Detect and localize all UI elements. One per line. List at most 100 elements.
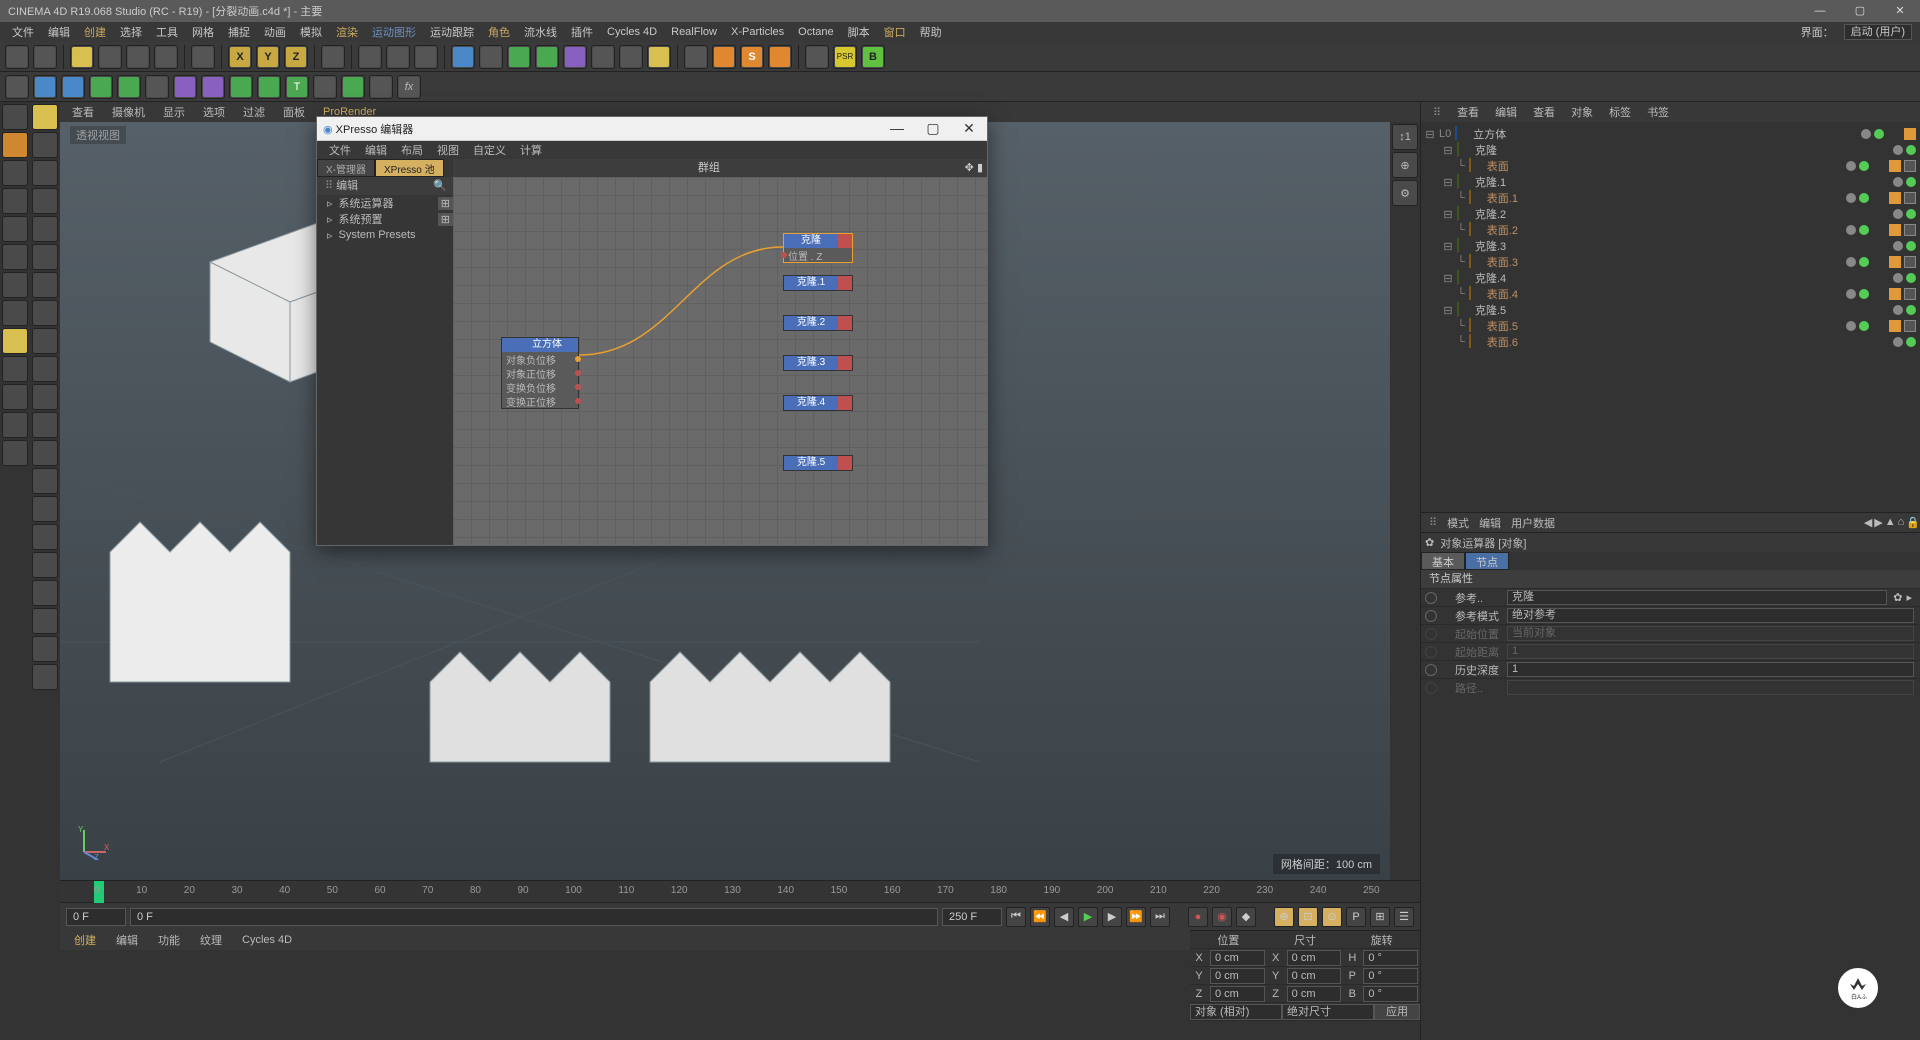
bottom-tab[interactable]: 创建 xyxy=(66,932,104,948)
render-settings-button[interactable] xyxy=(414,45,438,69)
sel-poly[interactable] xyxy=(32,188,58,214)
prev-frame-button[interactable]: ◀ xyxy=(1054,907,1074,927)
attr-tab[interactable]: 编辑 xyxy=(1479,515,1501,531)
next-key-button[interactable]: ⏩ xyxy=(1126,907,1146,927)
close-button[interactable]: ✕ xyxy=(1880,0,1920,22)
sel-out[interactable] xyxy=(32,300,58,326)
sel-show[interactable] xyxy=(32,468,58,494)
menu-item[interactable]: 渲染 xyxy=(330,24,364,40)
surf-obj[interactable] xyxy=(257,75,281,99)
rot-p-field[interactable]: 0 ° xyxy=(1363,968,1418,984)
uv-mode[interactable] xyxy=(2,188,28,214)
menu-item[interactable]: 网格 xyxy=(186,24,220,40)
xpresso-close[interactable]: ✕ xyxy=(951,120,987,137)
menu-item[interactable]: 创建 xyxy=(78,24,112,40)
pos-z-field[interactable]: 0 cm xyxy=(1210,986,1265,1002)
object-row[interactable]: └ 表面.5 xyxy=(1425,318,1916,334)
null-object[interactable] xyxy=(5,75,29,99)
record-key-button[interactable]: ● xyxy=(1188,907,1208,927)
goto-start-button[interactable]: ⏮ xyxy=(1006,907,1026,927)
size-mode-dropdown[interactable]: 绝对尺寸 xyxy=(1282,1004,1374,1020)
size-z-field[interactable]: 0 cm xyxy=(1287,986,1342,1002)
xp-side-tab-active[interactable]: XPresso 池 xyxy=(375,159,444,177)
octane-target[interactable] xyxy=(768,45,792,69)
nav-settings-icon[interactable]: ⚙ xyxy=(1392,180,1418,206)
sel-b[interactable] xyxy=(32,524,58,550)
om-tab[interactable]: 对象 xyxy=(1565,104,1599,120)
menu-item[interactable]: 流水线 xyxy=(518,24,563,40)
om-tab[interactable]: 查看 xyxy=(1451,104,1485,120)
sel-e[interactable] xyxy=(32,608,58,634)
lock-button[interactable]: 🔒 xyxy=(1906,516,1920,529)
xpresso-node-target[interactable]: 克隆.1 xyxy=(783,275,853,291)
size-x-field[interactable]: 0 cm xyxy=(1287,950,1342,966)
axis-mode[interactable] xyxy=(2,300,28,326)
up-button[interactable]: ▲ xyxy=(1885,516,1896,529)
select-tool[interactable] xyxy=(70,45,94,69)
size-y-field[interactable]: 0 cm xyxy=(1287,968,1342,984)
object-row[interactable]: ⊟ 克隆.4 xyxy=(1425,270,1916,286)
axis-y-toggle[interactable]: Y xyxy=(256,45,280,69)
node-tab[interactable]: 节点 xyxy=(1465,552,1509,570)
xp-menu-item[interactable]: 视图 xyxy=(431,142,465,158)
fx-obj[interactable]: fx xyxy=(397,75,421,99)
key-circle-icon[interactable] xyxy=(1425,664,1437,676)
menu-item[interactable]: 编辑 xyxy=(42,24,76,40)
layout-dropdown[interactable]: 启动 (用户) xyxy=(1844,24,1912,40)
object-row[interactable]: ⊟ 克隆.1 xyxy=(1425,174,1916,190)
next-frame-button[interactable]: ▶ xyxy=(1102,907,1122,927)
forward-button[interactable]: ▶ xyxy=(1874,516,1882,529)
timeline[interactable]: 01020 304050 607080 90100110 120130140 1… xyxy=(60,880,1420,902)
anim-mode-button[interactable]: ⊞ xyxy=(1370,907,1390,927)
sel-rect[interactable] xyxy=(32,104,58,130)
redo-button[interactable] xyxy=(33,45,57,69)
sel-a[interactable] xyxy=(32,496,58,522)
xp-side-tab[interactable]: X-管理器 xyxy=(317,159,375,177)
bottom-tab[interactable]: 编辑 xyxy=(108,932,146,948)
om-tab[interactable]: 标签 xyxy=(1603,104,1637,120)
sel-g[interactable] xyxy=(32,664,58,690)
xp-nav-icon[interactable]: ✥ ▮ xyxy=(965,159,987,177)
spline-circle[interactable] xyxy=(61,75,85,99)
xp-menu-item[interactable]: 文件 xyxy=(323,142,357,158)
sel-inv[interactable] xyxy=(32,412,58,438)
view-tab[interactable]: 过滤 xyxy=(237,104,271,120)
last-tool[interactable] xyxy=(191,45,215,69)
spline-tool[interactable] xyxy=(479,45,503,69)
apply-button[interactable]: 应用 xyxy=(1374,1004,1420,1020)
object-row[interactable]: ⊟ 克隆.3 xyxy=(1425,238,1916,254)
sel-d[interactable] xyxy=(32,580,58,606)
rot-key-button[interactable]: ⊙ xyxy=(1322,907,1342,927)
edge-mode[interactable] xyxy=(2,244,28,270)
gear-icon[interactable]: ✿ xyxy=(1893,591,1906,604)
nav-focus-icon[interactable]: ⊕ xyxy=(1392,152,1418,178)
menu-item[interactable]: 模拟 xyxy=(294,24,328,40)
view-tab[interactable]: 摄像机 xyxy=(106,104,151,120)
xpresso-node-target[interactable]: 克隆.5 xyxy=(783,455,853,471)
menu-item[interactable]: 运动图形 xyxy=(366,24,422,40)
pos-y-field[interactable]: 0 cm xyxy=(1210,968,1265,984)
menu-item[interactable]: 工具 xyxy=(150,24,184,40)
reference-field[interactable]: 克隆 xyxy=(1507,590,1887,605)
xpresso-title-bar[interactable]: ◉ XPresso 编辑器 — ▢ ✕ xyxy=(317,117,987,141)
point-mode[interactable] xyxy=(2,216,28,242)
param-key-button[interactable]: P xyxy=(1346,907,1366,927)
xp-menu-item[interactable]: 自定义 xyxy=(467,142,512,158)
home-button[interactable]: ⌂ xyxy=(1898,516,1905,529)
undo-button[interactable] xyxy=(5,45,29,69)
anim-layer-button[interactable]: ☰ xyxy=(1394,907,1414,927)
key-circle-icon[interactable] xyxy=(1425,610,1437,622)
xpresso-window[interactable]: ◉ XPresso 编辑器 — ▢ ✕ 文件 编辑 布局 视图 自定义 计算 X… xyxy=(316,116,988,546)
face-mode[interactable] xyxy=(2,272,28,298)
sel-loop[interactable] xyxy=(32,244,58,270)
menu-item[interactable]: 文件 xyxy=(6,24,40,40)
sel-con[interactable] xyxy=(32,328,58,354)
object-row[interactable]: └ 表面 xyxy=(1425,158,1916,174)
play-button[interactable]: ▶ xyxy=(1078,907,1098,927)
frame-current-field[interactable]: 0 F xyxy=(130,908,938,926)
text-obj[interactable]: T xyxy=(285,75,309,99)
xpresso-node-target[interactable]: 克隆 位置 . Z xyxy=(783,233,853,263)
refmode-dropdown[interactable]: 绝对参考 xyxy=(1507,608,1914,623)
bottom-tab[interactable]: 功能 xyxy=(150,932,188,948)
purp-def[interactable] xyxy=(173,75,197,99)
